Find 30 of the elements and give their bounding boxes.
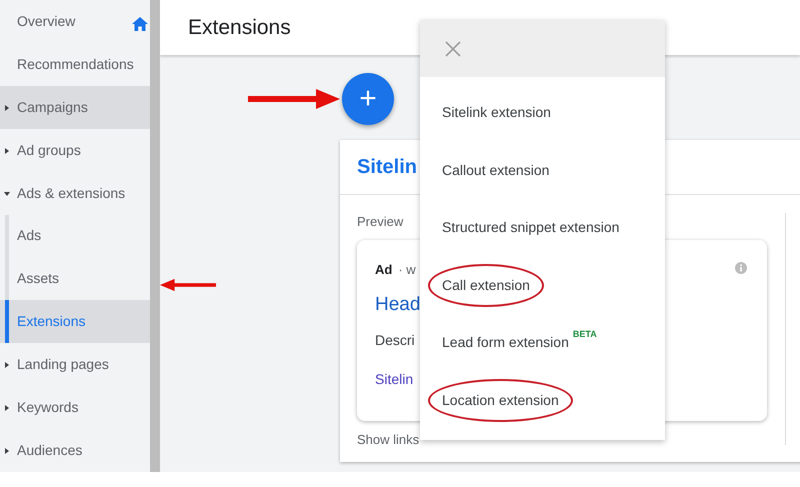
sidebar-item[interactable]: Landing pages (0, 343, 150, 386)
sidebar-item[interactable]: Assets (0, 257, 150, 300)
sidebar-item[interactable]: Ads & extensions (0, 172, 150, 215)
card-title: Sitelin (357, 155, 418, 180)
add-button[interactable]: + (342, 73, 394, 125)
preview-label: Preview (357, 213, 404, 231)
show-links-toggle[interactable]: Show links (357, 430, 420, 449)
sidebar-item[interactable]: Campaigns (0, 86, 150, 129)
sidebar-item[interactable]: Overview (0, 0, 150, 43)
menu-item[interactable]: Callout extension (442, 160, 550, 181)
ad-url: · w (398, 260, 416, 278)
sidebar-item[interactable]: Recommendations (0, 42, 150, 86)
sidebar-item[interactable]: Audiences (0, 429, 150, 472)
ad-sitelinks: Sitelin (375, 370, 414, 388)
menu-item[interactable]: Structured snippet extension (442, 217, 620, 238)
ad-headline: Head (375, 293, 422, 317)
home-icon[interactable] (132, 17, 148, 31)
close-icon[interactable] (445, 40, 461, 56)
ad-description: Descri (375, 330, 415, 350)
sidebar-item[interactable]: Keywords (0, 386, 150, 430)
info-icon (735, 262, 747, 274)
ad-label: Ad (375, 260, 392, 278)
scrollbar[interactable] (150, 0, 160, 472)
page-title: Extensions (188, 14, 291, 41)
menu-item[interactable]: Call extension (428, 264, 544, 307)
sidebar-item[interactable]: Ad groups (0, 128, 150, 172)
sidebar-item[interactable]: Extensions (0, 300, 150, 344)
menu-item[interactable]: Sitelink extension (442, 102, 551, 124)
menu-item[interactable]: Location extension (428, 378, 573, 422)
sidebar-item[interactable]: Ads (0, 214, 150, 258)
